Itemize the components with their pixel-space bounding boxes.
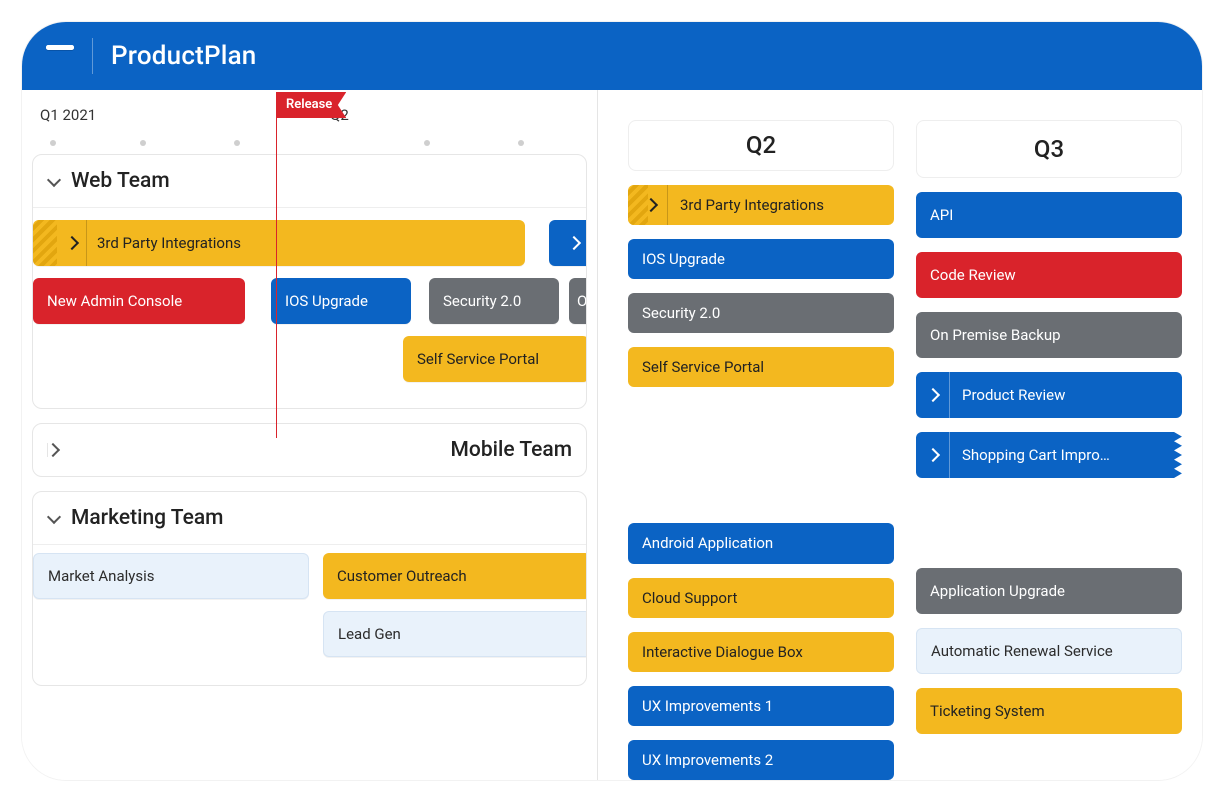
card[interactable]: Application Upgrade [916,568,1182,614]
bar-label: Lead Gen [338,625,401,643]
card-label: Android Application [642,534,773,552]
card-label: UX Improvements 1 [642,697,773,715]
lane-title: Mobile Team [451,438,572,462]
lane-rows-marketing: Market Analysis Customer Outreach Lead G… [33,545,586,685]
card-label: Code Review [930,266,1016,284]
card[interactable]: Code Review [916,252,1182,298]
lane-web-team: Web Team 3rd Party Integrations New Admi… [32,154,587,409]
chevron-right-icon [925,448,939,462]
card-label: IOS Upgrade [642,250,725,268]
lane-title: Marketing Team [71,506,223,530]
card-label: API [930,206,953,224]
board: Q2 3rd Party Integrations IOS Upgrade Secur… [598,90,1202,780]
bar-next-blue[interactable] [549,220,587,266]
milestone-stripe-icon [33,220,57,266]
chevron-right-icon [925,388,939,402]
bar-label: Self Service Portal [417,350,539,368]
brand: ProductPlan [22,38,256,74]
bar-label: Market Analysis [48,567,154,585]
timeline-header: Q1 2021 Q2 Release [22,90,597,148]
timeline-panel: Q1 2021 Q2 Release Web Team [22,90,597,780]
expand-icon[interactable] [57,220,87,266]
lane-mobile-team: Mobile Team [32,423,587,477]
lane-header-mobile[interactable]: Mobile Team [33,424,586,476]
bar-3rd-party-integrations[interactable]: 3rd Party Integrations [33,220,525,266]
card-label: Interactive Dialogue Box [642,643,803,661]
chevron-down-icon [47,174,61,188]
bar-lead-gen[interactable]: Lead Gen [323,611,587,657]
card-label: Self Service Portal [642,358,764,376]
chevron-right-icon [643,198,657,212]
card-label: Security 2.0 [642,304,720,322]
column-header: Q2 [628,120,894,171]
chevron-right-icon [567,236,581,250]
app-name: ProductPlan [111,41,256,71]
card[interactable]: Self Service Portal [628,347,894,387]
chevron-down-icon [47,511,61,525]
card[interactable]: Interactive Dialogue Box [628,632,894,672]
card-label: 3rd Party Integrations [680,196,824,214]
card[interactable]: Shopping Cart Impro… [916,432,1182,478]
expand-icon[interactable] [916,372,950,418]
card[interactable]: 3rd Party Integrations [628,185,894,225]
bar-label: 3rd Party Integrations [97,234,241,252]
card-label: Application Upgrade [930,582,1065,600]
board-column: Q3 API Code Review On Premise Backup Product… [916,120,1182,780]
bar-self-service-portal[interactable]: Self Service Portal [403,336,587,382]
card[interactable]: Automatic Renewal Service [916,628,1182,674]
release-marker[interactable]: Release [276,92,346,118]
card-label: Automatic Renewal Service [931,642,1113,660]
card[interactable]: Cloud Support [628,578,894,618]
card[interactable]: Product Review [916,372,1182,418]
bar-label: Customer Outreach [337,567,467,585]
card-label: On Premise Backup [930,326,1061,344]
release-line [276,118,277,438]
card-label: Shopping Cart Impro… [962,446,1110,464]
card[interactable]: On Premise Backup [916,312,1182,358]
app-window: ProductPlan Q1 2021 Q2 Release Web Team [22,22,1202,780]
card-label: Cloud Support [642,589,737,607]
lane-marketing-team: Marketing Team Market Analysis Customer … [32,491,587,686]
card[interactable]: Security 2.0 [628,293,894,333]
card[interactable]: UX Improvements 2 [628,740,894,780]
card[interactable]: API [916,192,1182,238]
column-header: Q3 [916,120,1182,178]
expand-icon[interactable] [916,432,950,478]
chevron-right-icon [47,443,441,457]
card-label: UX Improvements 2 [642,751,773,769]
lane-header-marketing[interactable]: Marketing Team [33,492,586,545]
board-panel: Q2 3rd Party Integrations IOS Upgrade Secur… [597,90,1202,780]
bar-label: IOS Upgrade [285,292,368,310]
expand-icon[interactable] [634,185,668,225]
card-label: Product Review [962,386,1065,404]
release-tag: Release [276,92,346,118]
bar-on-premise-truncated[interactable]: On [569,278,587,324]
bar-security-2[interactable]: Security 2.0 [429,278,559,324]
bar-label: Security 2.0 [443,292,521,310]
card-label: Ticketing System [930,702,1045,720]
content: Q1 2021 Q2 Release Web Team [22,90,1202,780]
app-header: ProductPlan [22,22,1202,90]
brand-icon [46,45,74,67]
lane-title: Web Team [71,169,170,193]
bar-label: On [577,292,587,310]
card[interactable]: IOS Upgrade [628,239,894,279]
card[interactable]: Android Application [628,523,894,563]
card[interactable]: UX Improvements 1 [628,686,894,726]
card[interactable]: Ticketing System [916,688,1182,734]
board-column: Q2 3rd Party Integrations IOS Upgrade Secur… [628,120,894,780]
timeline-q1-label: Q1 2021 [40,106,96,124]
bar-market-analysis[interactable]: Market Analysis [33,553,309,599]
brand-divider [92,38,93,74]
lane-rows-web: 3rd Party Integrations New Admin Console… [33,208,586,408]
bar-label: New Admin Console [47,292,182,310]
lane-header-web[interactable]: Web Team [33,155,586,208]
bar-ios-upgrade[interactable]: IOS Upgrade [271,278,411,324]
bar-customer-outreach[interactable]: Customer Outreach [323,553,587,599]
bar-new-admin-console[interactable]: New Admin Console [33,278,245,324]
